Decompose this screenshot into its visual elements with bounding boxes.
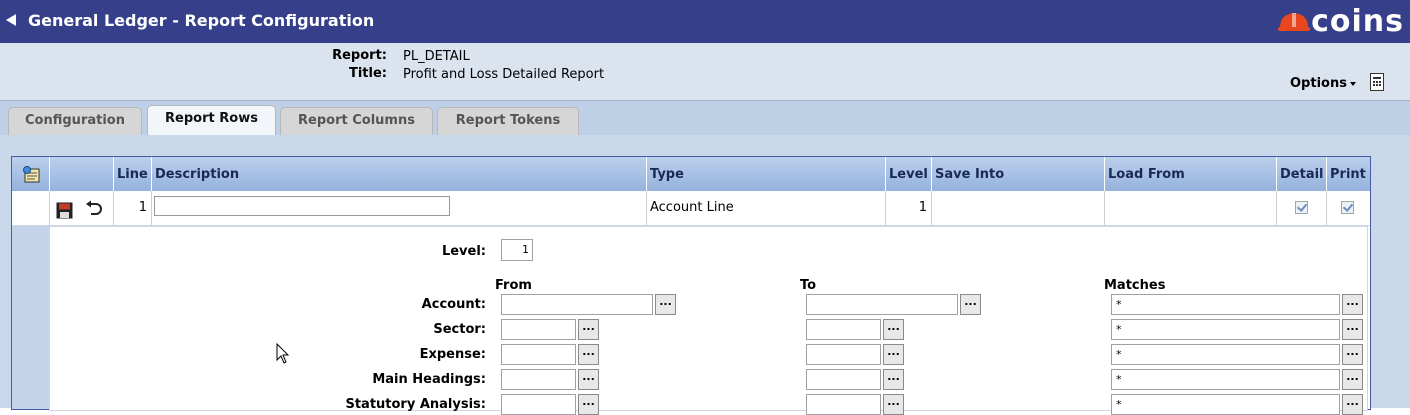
col-save-into[interactable]: Save Into bbox=[931, 157, 1104, 191]
report-header: Report: PL_DETAIL Title: Profit and Loss… bbox=[0, 43, 1410, 101]
sector-to-lookup-button[interactable]: ... bbox=[883, 319, 904, 340]
level-input[interactable]: 1 bbox=[501, 239, 533, 261]
caret-down-icon bbox=[1349, 81, 1356, 86]
grid-header: Line Description Type Level Save Into Lo… bbox=[12, 157, 1370, 191]
sector-from-input[interactable] bbox=[501, 319, 576, 340]
cell-type: Account Line bbox=[646, 191, 885, 225]
main-headings-from-lookup-button[interactable]: ... bbox=[578, 369, 599, 390]
row-detail-panel: Level: 1 From To Matches Account: ... ..… bbox=[49, 226, 1368, 415]
print-checkbox[interactable] bbox=[1341, 201, 1354, 214]
main-headings-to-input[interactable] bbox=[806, 369, 881, 390]
col-load-from[interactable]: Load From bbox=[1104, 157, 1276, 191]
statutory-matches-input[interactable]: * bbox=[1111, 394, 1340, 415]
app-title: General Ledger - Report Configuration bbox=[28, 11, 375, 30]
matches-header: Matches bbox=[1104, 278, 1166, 293]
account-to-lookup-button[interactable]: ... bbox=[960, 294, 981, 315]
main-headings-label: Main Headings: bbox=[372, 372, 486, 387]
col-level[interactable]: Level bbox=[885, 157, 931, 191]
report-value: PL_DETAIL bbox=[403, 49, 470, 64]
account-from-lookup-button[interactable]: ... bbox=[655, 294, 676, 315]
statutory-from-input[interactable] bbox=[501, 394, 576, 415]
title-bar: General Ledger - Report Configuration co… bbox=[0, 0, 1410, 43]
cell-line: 1 bbox=[113, 191, 151, 225]
options-menu[interactable]: Options bbox=[1290, 76, 1356, 91]
tab-content: Line Description Type Level Save Into Lo… bbox=[0, 135, 1410, 415]
cell-description bbox=[151, 191, 646, 225]
options-label: Options bbox=[1290, 76, 1347, 91]
account-to-input[interactable] bbox=[806, 294, 958, 315]
tab-report-tokens[interactable]: Report Tokens bbox=[437, 107, 579, 136]
account-matches-lookup-button[interactable]: ... bbox=[1342, 294, 1363, 315]
expense-to-lookup-button[interactable]: ... bbox=[883, 344, 904, 365]
col-type[interactable]: Type bbox=[646, 157, 885, 191]
export-icon[interactable] bbox=[21, 166, 43, 188]
tab-report-rows[interactable]: Report Rows bbox=[147, 105, 276, 138]
account-label: Account: bbox=[421, 297, 486, 312]
statutory-analysis-label: Statutory Analysis: bbox=[345, 397, 486, 412]
cell-detail bbox=[1276, 191, 1326, 225]
calculator-icon[interactable] bbox=[1370, 73, 1384, 91]
col-description[interactable]: Description bbox=[151, 157, 646, 191]
mouse-pointer-icon bbox=[276, 342, 290, 369]
col-actions bbox=[49, 157, 113, 191]
row-actions bbox=[49, 191, 113, 225]
cell-level: 1 bbox=[885, 191, 931, 225]
sector-matches-input[interactable]: * bbox=[1111, 319, 1340, 340]
report-label: Report: bbox=[332, 48, 387, 63]
expense-to-input[interactable] bbox=[806, 344, 881, 365]
main-headings-matches-lookup-button[interactable]: ... bbox=[1342, 369, 1363, 390]
expense-matches-lookup-button[interactable]: ... bbox=[1342, 344, 1363, 365]
back-arrow-icon[interactable] bbox=[6, 14, 16, 26]
expense-from-input[interactable] bbox=[501, 344, 576, 365]
sector-label: Sector: bbox=[433, 322, 486, 337]
statutory-to-lookup-button[interactable]: ... bbox=[883, 394, 904, 415]
statutory-to-input[interactable] bbox=[806, 394, 881, 415]
cell-load-from bbox=[1104, 191, 1276, 225]
report-rows-grid: Line Description Type Level Save Into Lo… bbox=[11, 156, 1371, 415]
statutory-from-lookup-button[interactable]: ... bbox=[578, 394, 599, 415]
cell-save-into bbox=[931, 191, 1104, 225]
expense-from-lookup-button[interactable]: ... bbox=[578, 344, 599, 365]
description-input[interactable] bbox=[154, 196, 450, 216]
main-headings-matches-input[interactable]: * bbox=[1111, 369, 1340, 390]
tab-report-columns[interactable]: Report Columns bbox=[280, 107, 433, 136]
main-headings-from-input[interactable] bbox=[501, 369, 576, 390]
expense-matches-input[interactable]: * bbox=[1111, 344, 1340, 365]
to-header: To bbox=[800, 278, 817, 293]
col-line[interactable]: Line bbox=[113, 157, 151, 191]
sector-from-lookup-button[interactable]: ... bbox=[578, 319, 599, 340]
sector-to-input[interactable] bbox=[806, 319, 881, 340]
table-row: 1 Account Line 1 bbox=[12, 191, 1370, 226]
account-matches-input[interactable]: * bbox=[1111, 294, 1340, 315]
from-header: From bbox=[495, 278, 532, 293]
logo-text: coins bbox=[1311, 3, 1404, 39]
main-headings-to-lookup-button[interactable]: ... bbox=[883, 369, 904, 390]
expense-label: Expense: bbox=[419, 347, 486, 362]
detail-checkbox[interactable] bbox=[1295, 201, 1308, 214]
col-detail[interactable]: Detail bbox=[1276, 157, 1326, 191]
statutory-matches-lookup-button[interactable]: ... bbox=[1342, 394, 1363, 415]
cell-print bbox=[1326, 191, 1370, 225]
hardhat-icon bbox=[1278, 13, 1311, 31]
sector-matches-lookup-button[interactable]: ... bbox=[1342, 319, 1363, 340]
account-from-input[interactable] bbox=[501, 294, 653, 315]
coins-logo: coins bbox=[1277, 3, 1404, 39]
title-label: Title: bbox=[348, 66, 387, 81]
tab-configuration[interactable]: Configuration bbox=[8, 107, 142, 136]
title-value: Profit and Loss Detailed Report bbox=[403, 67, 605, 82]
col-print[interactable]: Print bbox=[1326, 157, 1370, 191]
level-label: Level: bbox=[441, 244, 486, 259]
